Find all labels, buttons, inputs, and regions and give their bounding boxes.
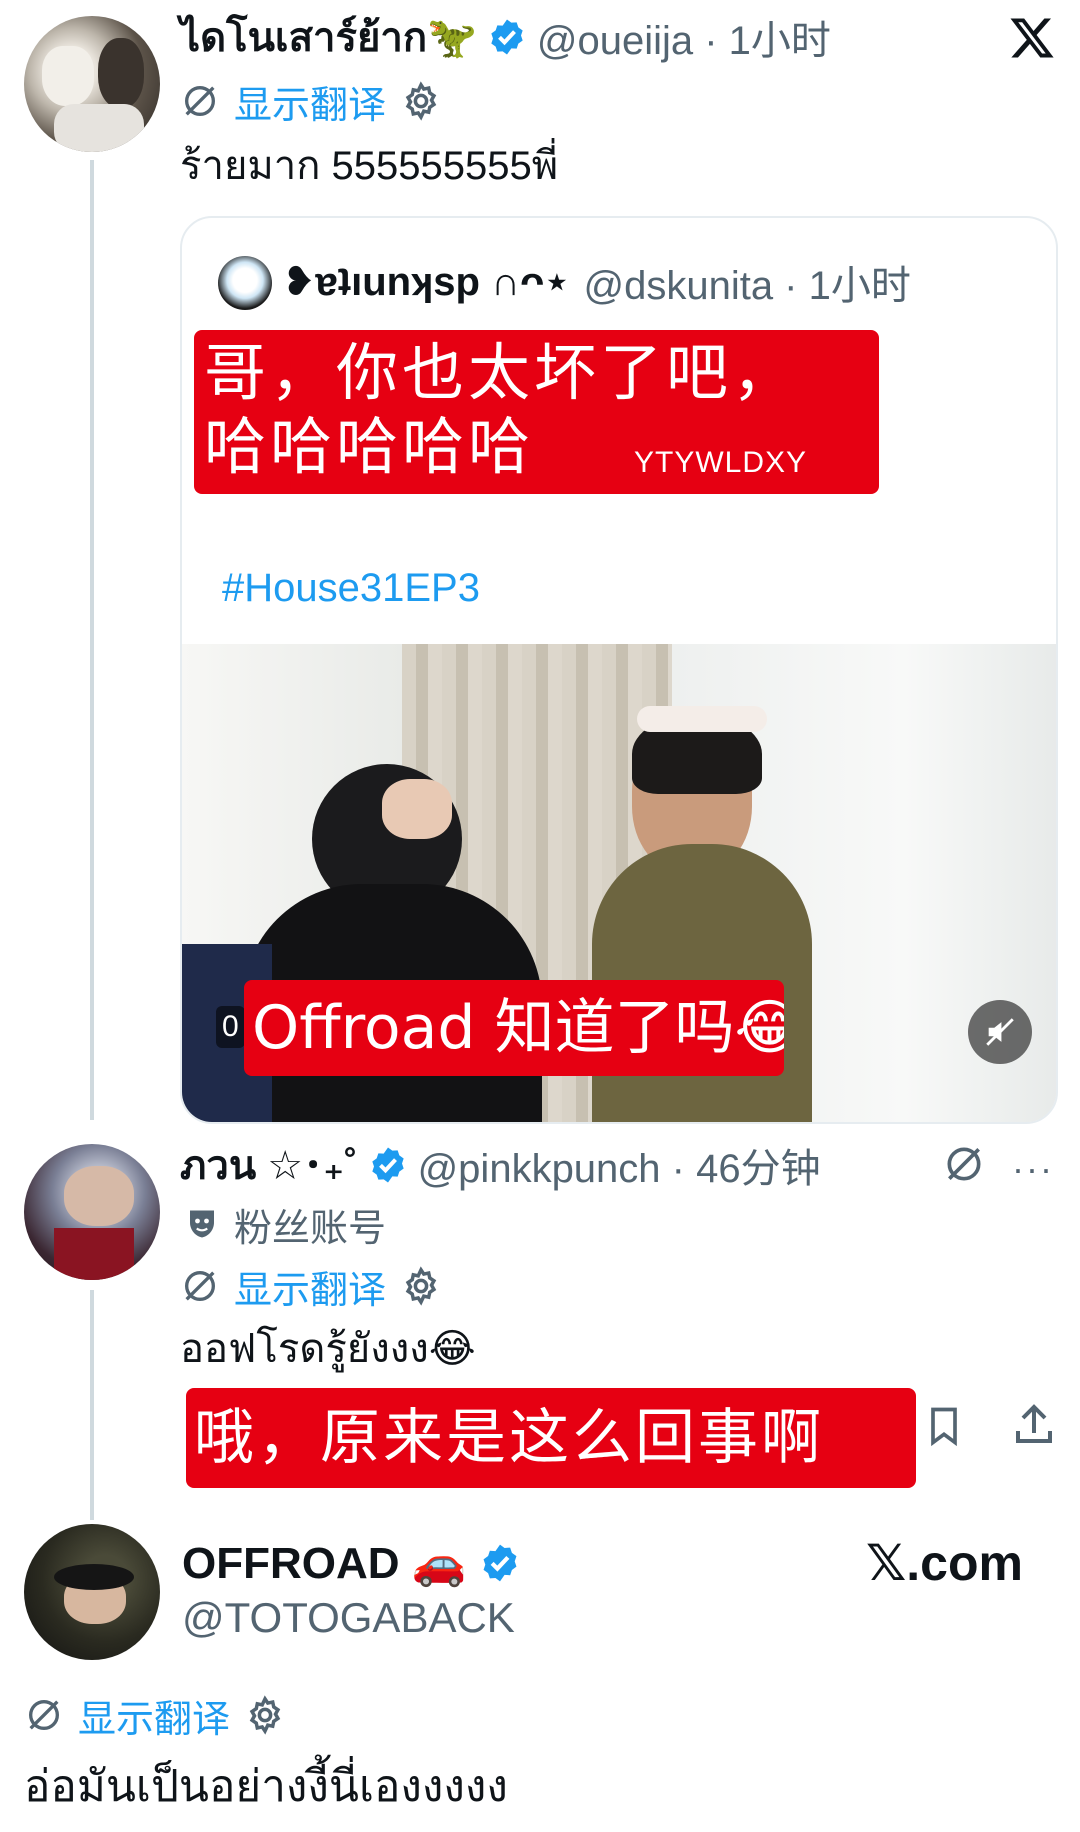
show-translation-link[interactable]: 显示翻译 (234, 74, 386, 129)
display-name[interactable]: OFFROAD 🚗 (182, 1537, 467, 1589)
translate-row[interactable]: 显示翻译 (180, 74, 442, 129)
display-name[interactable]: ไดโนเสาร์ย้าก🦖 (180, 5, 477, 69)
avatar[interactable] (24, 1524, 160, 1660)
avatar[interactable] (24, 1144, 160, 1280)
caption-overlay: 哦，原来是这么回事啊 (186, 1388, 916, 1488)
translate-globe-icon (29, 1700, 59, 1730)
site-label[interactable]: 𝕏.com (866, 1534, 1023, 1592)
show-translation-link[interactable]: 显示翻译 (234, 1259, 386, 1314)
gear-icon[interactable] (400, 1265, 442, 1307)
muted-speaker-icon (986, 1018, 1014, 1046)
thread-line (90, 1290, 94, 1520)
watermark: YTYWLDXY (634, 446, 808, 479)
verified-badge-icon (491, 19, 523, 55)
quoted-tweet-card[interactable]: ❥ɐʇıunʞsp ∩ᴖ⋆ @dskunita · 1小时 哥，你也太坏了吧，哈… (180, 216, 1058, 1124)
hashtag-link[interactable]: #House31EP3 (222, 566, 480, 611)
thread-line (90, 160, 94, 1120)
tweet-text: ออฟโรดรู้ยังงง😂 (180, 1327, 476, 1371)
translate-globe-icon (185, 86, 215, 116)
share-icon[interactable] (1010, 1400, 1058, 1450)
video-player[interactable]: 0 Offroad 知道了吗😂 (182, 644, 1056, 1122)
handle-time: @oueiija · 1小时 (536, 19, 831, 63)
show-translation-link[interactable]: 显示翻译 (78, 1688, 230, 1743)
x-logo-icon (1008, 14, 1056, 62)
caption-overlay: 哥，你也太坏了吧，哈哈哈哈哈 YTYWLDXY (194, 330, 879, 494)
mask-icon (190, 1210, 214, 1238)
verified-badge-icon (371, 1147, 404, 1183)
quoted-avatar[interactable] (218, 256, 272, 310)
translate-row[interactable]: 显示翻译 (180, 1260, 442, 1312)
handle-time: @pinkkpunch · 46分钟 (417, 1147, 821, 1191)
quoted-display-name[interactable]: ❥ɐʇıunʞsp ∩ᴖ⋆ (282, 259, 569, 305)
tweet-text: ร้ายมาก 555555555พี่ (180, 144, 559, 188)
gear-icon[interactable] (244, 1694, 286, 1736)
translate-row[interactable]: 显示翻译 (24, 1688, 286, 1742)
more-options-icon[interactable]: ··· (1012, 1148, 1054, 1190)
fan-account-label: 粉丝账号 (184, 1198, 386, 1250)
gear-icon[interactable] (400, 80, 442, 122)
translate-globe-icon (185, 1271, 215, 1301)
bookmark-icon[interactable] (922, 1402, 966, 1450)
quoted-handle-time: @dskunita · 1小时 (583, 264, 911, 308)
video-subtitle: Offroad 知道了吗😂 (244, 980, 784, 1076)
display-name[interactable]: ภวน ☆･₊˚ (180, 1133, 358, 1197)
grok-icon[interactable] (942, 1142, 986, 1186)
handle: @TOTOGABACK (182, 1594, 515, 1641)
mute-button[interactable] (968, 1000, 1032, 1064)
tweet-text: อ่อมันเป็นอย่างงี้นี่เองงงงง (24, 1762, 508, 1811)
verified-badge-icon (483, 1544, 516, 1582)
video-timer: 0 (216, 1006, 245, 1048)
avatar[interactable] (24, 16, 160, 152)
